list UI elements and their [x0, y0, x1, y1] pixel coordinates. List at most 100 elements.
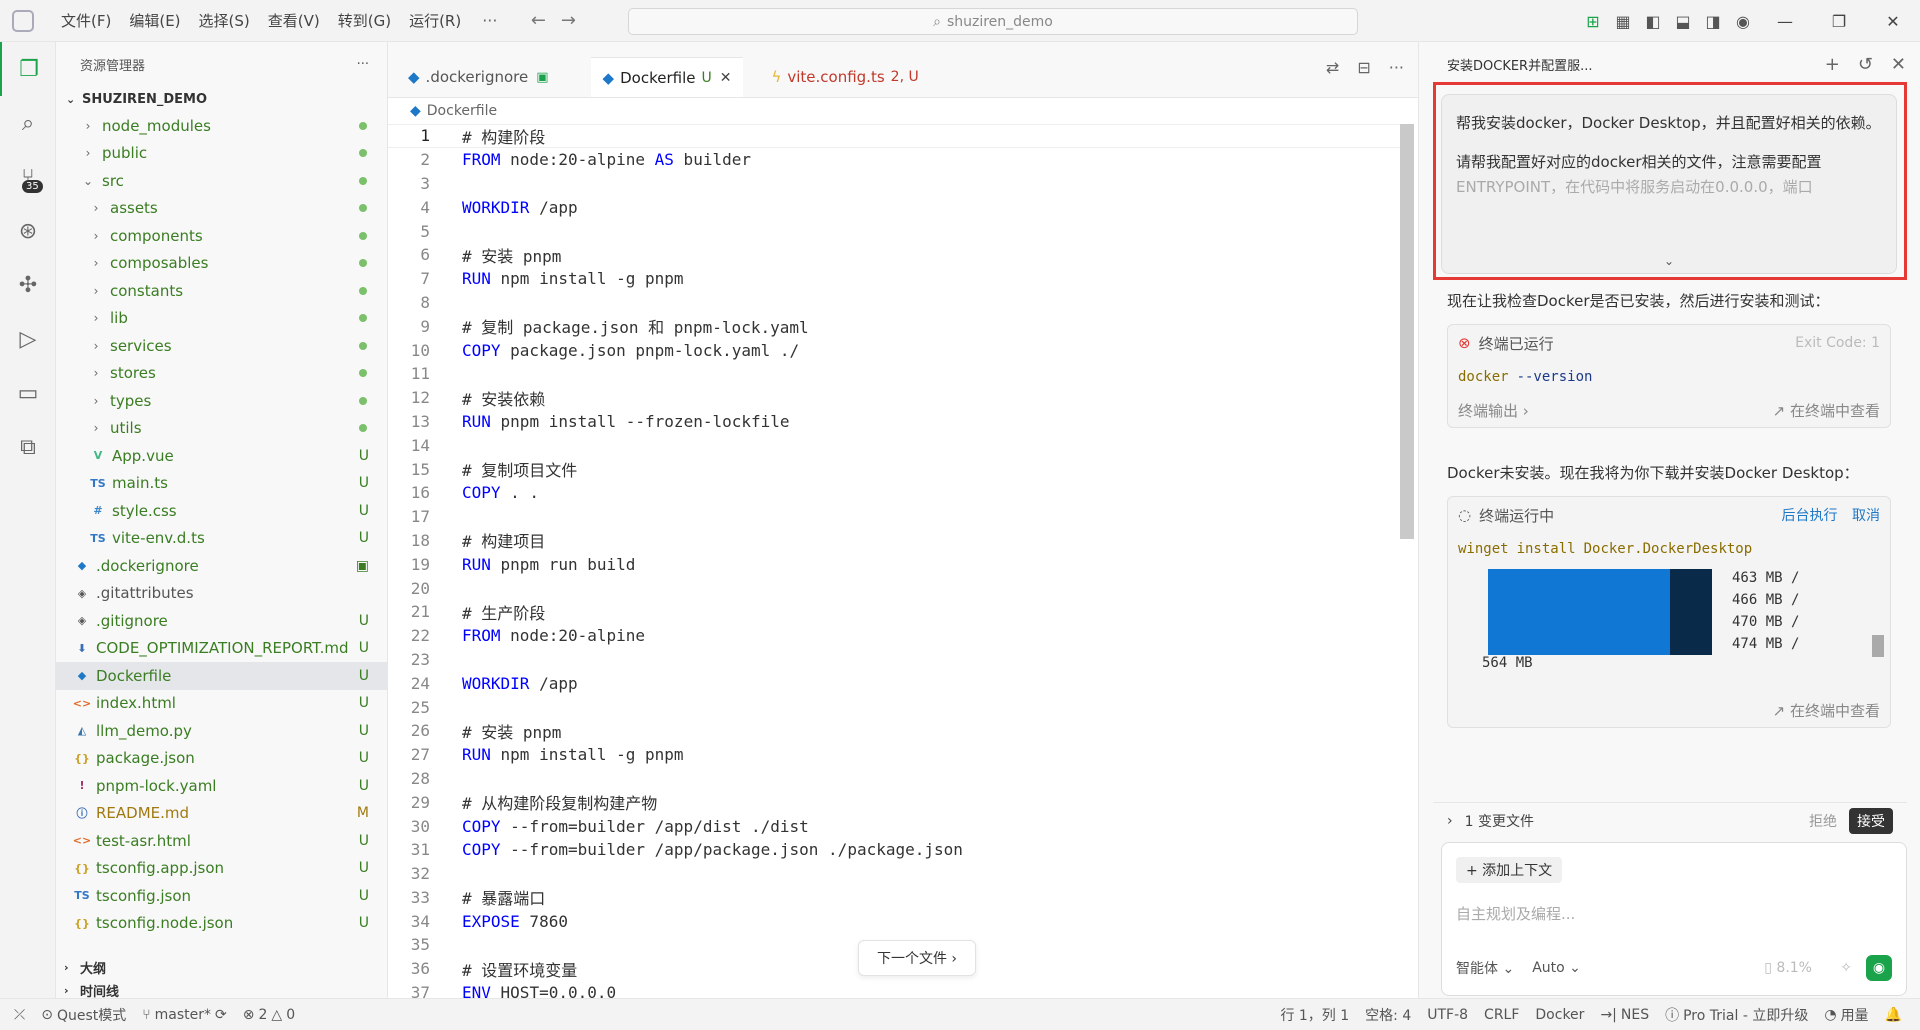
encoding[interactable]: UTF-8 [1419, 1007, 1476, 1023]
code-line[interactable]: 1 # 构建阶段 [388, 124, 1402, 148]
gift-icon[interactable]: ⊞ [1578, 0, 1608, 42]
code-line[interactable]: 15 # 复制项目文件 [388, 457, 1402, 481]
code-line[interactable]: 33 # 暴露端口 [388, 886, 1402, 910]
code-line[interactable]: 30 COPY --from=builder /app/dist ./dist [388, 814, 1402, 838]
terminal-output-toggle[interactable]: 终端输出 › [1458, 400, 1529, 421]
code-line[interactable]: 7 RUN npm install -g pnpm [388, 267, 1402, 291]
menu-more-button[interactable]: ··· [470, 11, 509, 30]
file-tree-item[interactable]: ◭ llm_demo.py U [56, 717, 387, 745]
code-line[interactable]: 13 RUN pnpm install --frozen-lockfile [388, 410, 1402, 434]
code-line[interactable]: 6 # 安装 pnpm [388, 243, 1402, 267]
restore-icon[interactable]: ❐ [1812, 0, 1866, 42]
indentation[interactable]: 空格: 4 [1357, 1005, 1419, 1025]
send-button[interactable]: ◉ [1866, 955, 1892, 981]
file-tree-item[interactable]: # style.css U [56, 497, 387, 525]
changed-files-bar[interactable]: › 1 变更文件 拒绝 接受 [1433, 802, 1907, 838]
nes-indicator[interactable]: →| NES [1592, 1007, 1657, 1023]
close-tab-icon[interactable]: ✕ [720, 70, 732, 86]
line-ending[interactable]: CRLF [1476, 1007, 1527, 1023]
explorer-icon[interactable]: ❐ [0, 42, 56, 96]
extensions-graph-icon[interactable]: ✣ [0, 258, 56, 312]
code-line[interactable]: 37 ENV HOST=0.0.0.0 [388, 981, 1402, 998]
file-tree-item[interactable]: › assets [56, 195, 387, 223]
chat-input-placeholder[interactable]: 自主规划及编程... [1456, 903, 1575, 924]
quest-mode[interactable]: ⊙ Quest模式 [33, 1005, 134, 1025]
code-line[interactable]: 29 # 从构建阶段复制构建产物 [388, 790, 1402, 814]
file-tree-item[interactable]: {} package.json U [56, 745, 387, 773]
file-tree-item[interactable]: V App.vue U [56, 442, 387, 470]
accept-button[interactable]: 接受 [1849, 807, 1893, 834]
file-tree-item[interactable]: › components [56, 222, 387, 250]
close-window-icon[interactable]: ✕ [1866, 0, 1920, 42]
history-icon[interactable]: ↺ [1858, 54, 1873, 75]
editor-scrollbar[interactable] [1400, 124, 1414, 539]
file-tree-item[interactable]: › types [56, 387, 387, 415]
file-tree-item[interactable]: › lib [56, 305, 387, 333]
code-line[interactable]: 19 RUN pnpm run build [388, 552, 1402, 576]
remote-explorer-icon[interactable]: ▭ [0, 366, 56, 420]
toggle-secondary-sidebar-icon[interactable]: ◨ [1698, 0, 1728, 42]
code-line[interactable]: 32 [388, 862, 1402, 886]
sparkle-icon[interactable]: ✧ [1840, 960, 1852, 976]
run-debug-icon[interactable]: ▷ [0, 312, 56, 366]
code-line[interactable]: 3 [388, 172, 1402, 196]
file-tree-item[interactable]: <> test-asr.html U [56, 827, 387, 855]
cursor-position[interactable]: 行 1，列 1 [1272, 1005, 1357, 1025]
code-line[interactable]: 34 EXPOSE 7860 [388, 909, 1402, 933]
cancel-button[interactable]: 取消 [1852, 508, 1880, 524]
file-tree-item[interactable]: {} tsconfig.node.json U [56, 910, 387, 938]
file-tree-item[interactable]: › utils [56, 415, 387, 443]
file-tree-item[interactable]: ⬇ CODE_OPTIMIZATION_REPORT.md U [56, 635, 387, 663]
code-line[interactable]: 26 # 安装 pnpm [388, 719, 1402, 743]
file-tree-item[interactable]: ◈ .gitattributes [56, 580, 387, 608]
breadcrumb[interactable]: ◆ Dockerfile [388, 98, 1418, 124]
extensions-icon[interactable]: ⧉ [0, 420, 56, 474]
menu-file[interactable]: 文件(F) [52, 0, 120, 42]
layout-grid-icon[interactable]: ▦ [1608, 0, 1638, 42]
toggle-panel-icon[interactable]: ⬓ [1668, 0, 1698, 42]
menu-view[interactable]: 查看(V) [259, 0, 329, 42]
usage-indicator[interactable]: ◔ 用量 [1816, 1005, 1876, 1025]
file-tree-item[interactable]: ! pnpm-lock.yaml U [56, 772, 387, 800]
background-run-button[interactable]: 后台执行 [1782, 508, 1838, 524]
pro-trial-indicator[interactable]: ⓘ Pro Trial - 立即升级 [1657, 1005, 1816, 1025]
command-search-input[interactable]: ⌕ shuziren_demo [628, 8, 1358, 35]
toggle-sidebar-icon[interactable]: ◧ [1638, 0, 1668, 42]
code-line[interactable]: 2 FROM node:20-alpine AS builder [388, 148, 1402, 172]
menu-selection[interactable]: 选择(S) [190, 0, 259, 42]
code-line[interactable]: 17 [388, 505, 1402, 529]
code-line[interactable]: 10 COPY package.json pnpm-lock.yaml ./ [388, 338, 1402, 362]
code-line[interactable]: 25 [388, 695, 1402, 719]
file-tree-item[interactable]: › services [56, 332, 387, 360]
file-tree-item[interactable]: TS vite-env.d.ts U [56, 525, 387, 553]
file-tree-item[interactable]: TS main.ts U [56, 470, 387, 498]
explorer-more-button[interactable]: ··· [357, 57, 369, 72]
code-editor[interactable]: 1 # 构建阶段 2 FROM node:20-alpine AS builder 3 4… [388, 124, 1402, 998]
view-in-terminal-button[interactable]: ↗ 在终端中查看 [1773, 700, 1880, 721]
code-line[interactable]: 28 [388, 767, 1402, 791]
file-tree-item[interactable]: › node_modules [56, 112, 387, 140]
code-line[interactable]: 14 [388, 433, 1402, 457]
code-line[interactable]: 8 [388, 291, 1402, 315]
code-line[interactable]: 18 # 构建项目 [388, 529, 1402, 553]
file-tree-item[interactable]: {} tsconfig.app.json U [56, 855, 387, 883]
forward-arrow-icon[interactable]: → [553, 10, 583, 31]
code-line[interactable]: 5 [388, 219, 1402, 243]
code-line[interactable]: 11 [388, 362, 1402, 386]
terminal-scrollbar[interactable] [1872, 635, 1884, 657]
code-line[interactable]: 31 COPY --from=builder /app/package.json … [388, 838, 1402, 862]
new-chat-icon[interactable]: + [1825, 54, 1840, 75]
code-line[interactable]: 27 RUN npm install -g pnpm [388, 743, 1402, 767]
workspace-root[interactable]: ⌄ SHUZIREN_DEMO [56, 86, 387, 112]
tab-vite-config[interactable]: ϟ vite.config.ts 2, U [759, 57, 930, 97]
git-branch[interactable]: ⑂ master* ⟳ [134, 1007, 235, 1023]
tab-dockerfile[interactable]: ◆ Dockerfile U ✕ [590, 57, 744, 97]
tab-dockerignore[interactable]: ◆ .dockerignore ▣ [396, 57, 561, 97]
menu-run[interactable]: 运行(R) [400, 0, 470, 42]
editor-more-icon[interactable]: ··· [1389, 58, 1404, 77]
file-tree-item[interactable]: ◆ Dockerfile U [56, 662, 387, 690]
next-file-button[interactable]: 下一个文件 › [858, 940, 976, 976]
add-context-button[interactable]: + 添加上下文 [1456, 857, 1563, 883]
compass-icon[interactable]: ⊛ [0, 204, 56, 258]
code-line[interactable]: 16 COPY . . [388, 481, 1402, 505]
